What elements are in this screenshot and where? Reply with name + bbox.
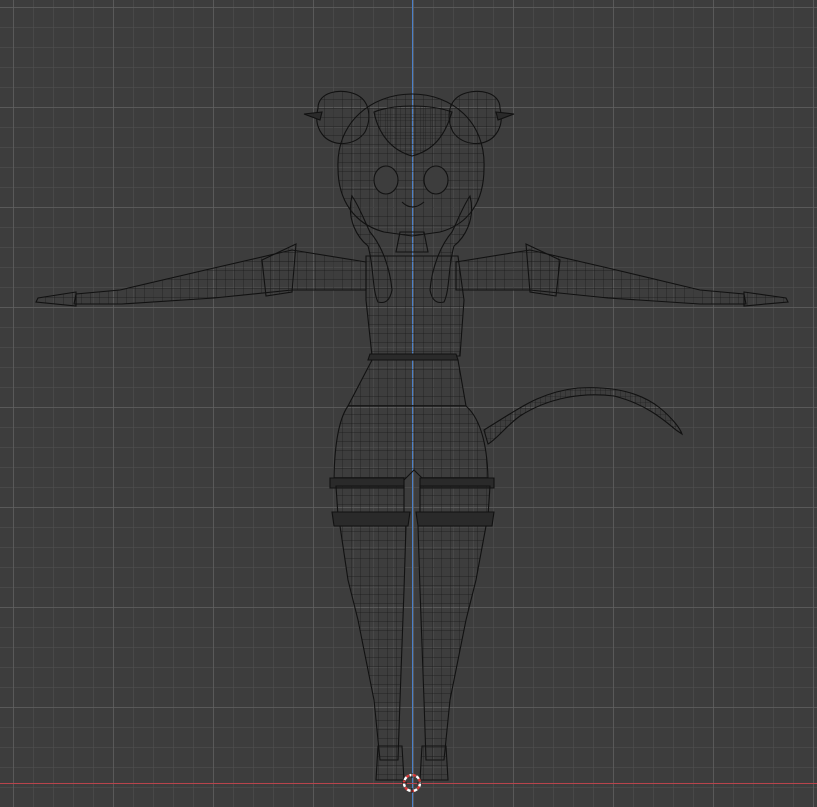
hand-right bbox=[743, 291, 789, 307]
tail bbox=[483, 387, 684, 445]
arm-left bbox=[73, 249, 367, 305]
torso bbox=[365, 255, 465, 357]
shorts bbox=[333, 405, 489, 485]
boot-left bbox=[339, 525, 407, 761]
arm-right bbox=[455, 249, 747, 305]
waist bbox=[347, 359, 467, 407]
hand-left bbox=[35, 291, 77, 307]
foot-right bbox=[419, 745, 449, 781]
foot-left bbox=[375, 745, 405, 781]
3d-viewport[interactable] bbox=[0, 0, 817, 807]
boot-right bbox=[417, 525, 487, 761]
3d-cursor-icon[interactable] bbox=[401, 772, 423, 794]
character-wireframe-mesh[interactable] bbox=[0, 0, 817, 807]
